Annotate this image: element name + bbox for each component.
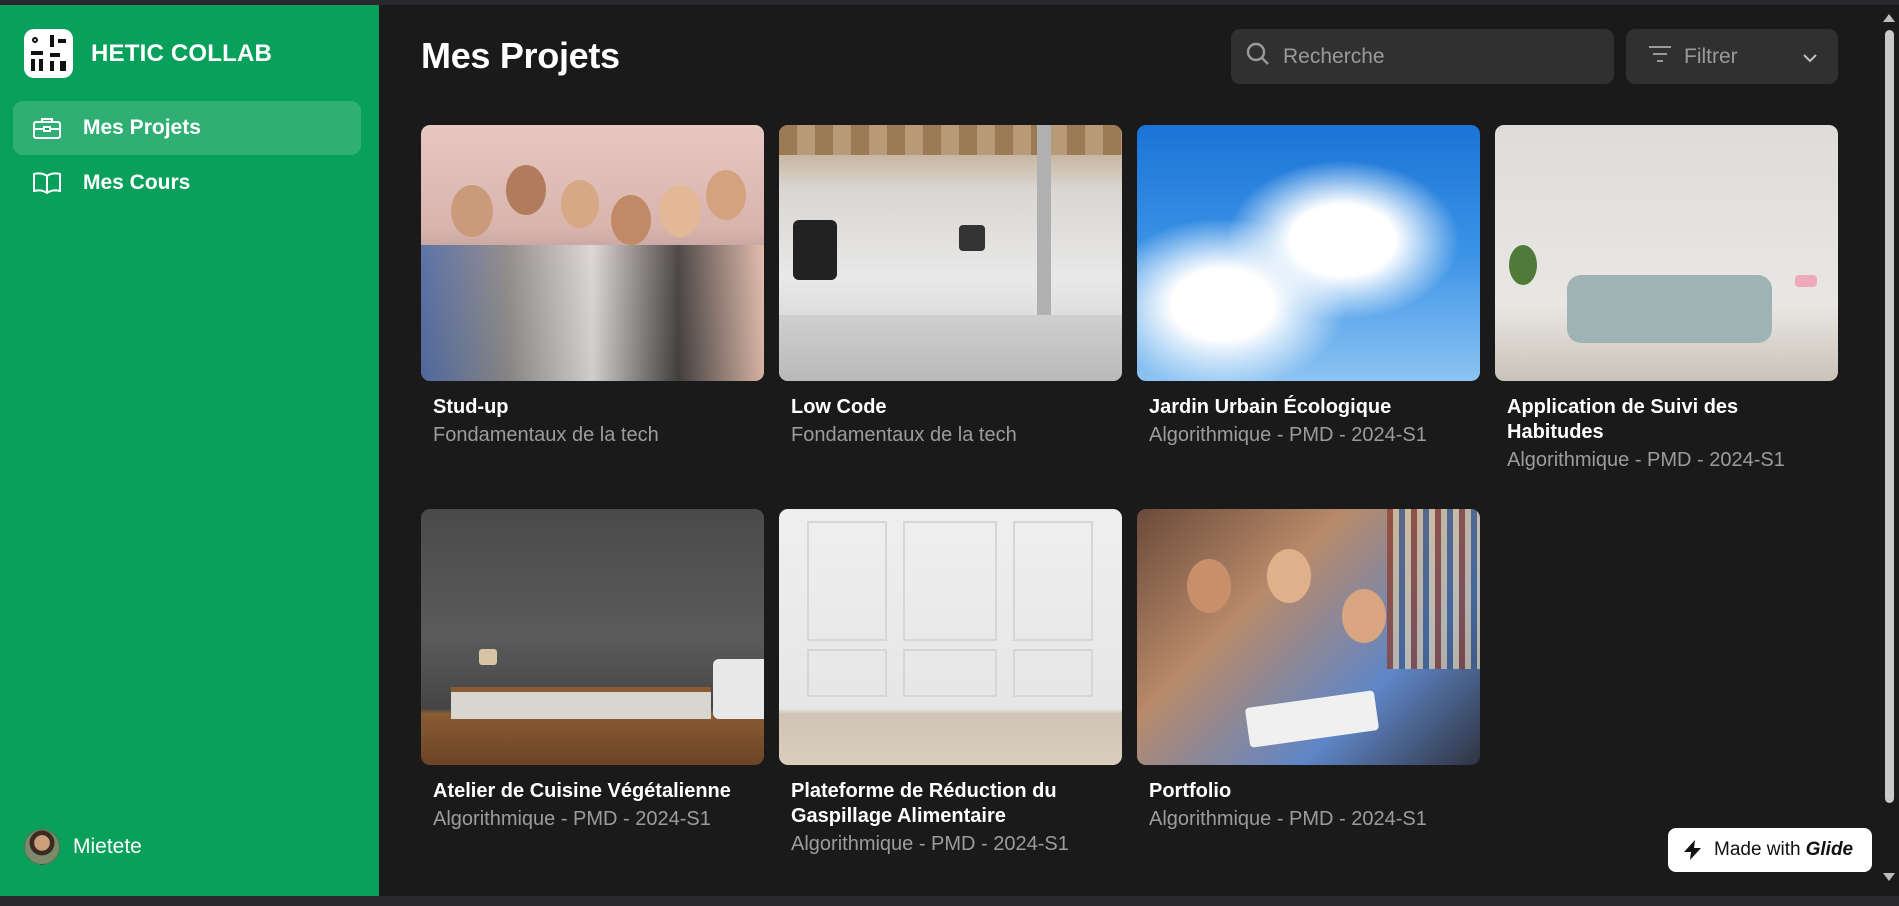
search-icon [1245, 41, 1271, 72]
user-profile[interactable]: Mietete [24, 829, 142, 865]
filter-label: Filtrer [1684, 44, 1738, 68]
project-title: Stud-up [433, 396, 509, 418]
brand-logo-icon [24, 29, 73, 78]
project-title: Portfolio [1149, 780, 1232, 802]
project-image [421, 509, 764, 765]
nav-item-label: Mes Projets [83, 116, 201, 139]
brand[interactable]: HETIC COLLAB [24, 29, 272, 78]
user-name: Mietete [73, 835, 142, 858]
main-content: Mes Projets Filtrer [379, 5, 1899, 896]
project-card[interactable]: Portfolio Algorithmique - PMD - 2024-S1 [1137, 509, 1480, 832]
project-image [779, 509, 1122, 765]
glide-logo-icon [1682, 839, 1704, 861]
filter-dropdown[interactable]: Filtrer [1626, 29, 1838, 84]
page-title: Mes Projets [421, 35, 620, 76]
search-input[interactable] [1283, 44, 1583, 69]
briefcase-icon [31, 114, 63, 142]
project-subtitle: Algorithmique - PMD - 2024-S1 [1149, 424, 1427, 446]
project-card[interactable]: Stud-up Fondamentaux de la tech [421, 125, 764, 448]
project-subtitle: Algorithmique - PMD - 2024-S1 [791, 833, 1069, 855]
app-window: HETIC COLLAB Mes Projets Mes Cours Miete… [0, 5, 1899, 896]
made-with-glide-badge[interactable]: Made with Glide [1668, 828, 1872, 872]
project-image [1137, 509, 1480, 765]
project-image [1495, 125, 1838, 381]
nav-item-mes-cours[interactable]: Mes Cours [13, 156, 361, 210]
project-title: Low Code [791, 396, 887, 418]
badge-prefix: Made with [1714, 839, 1801, 860]
project-image [1137, 125, 1480, 381]
project-image [779, 125, 1122, 381]
scrollbar[interactable] [1885, 30, 1894, 803]
scroll-down-arrow-icon[interactable] [1883, 873, 1895, 881]
avatar [24, 829, 60, 865]
project-image [421, 125, 764, 381]
project-subtitle: Algorithmique - PMD - 2024-S1 [1507, 449, 1785, 471]
chevron-down-icon [1802, 45, 1818, 69]
project-card[interactable]: Low Code Fondamentaux de la tech [779, 125, 1122, 448]
sidebar: HETIC COLLAB Mes Projets Mes Cours Miete… [0, 5, 379, 896]
project-subtitle: Algorithmique - PMD - 2024-S1 [1149, 808, 1427, 830]
search-box[interactable] [1231, 29, 1614, 84]
project-card[interactable]: Application de Suivi des Habitudes Algor… [1495, 125, 1838, 473]
project-title: Application de Suivi des Habitudes [1507, 396, 1739, 443]
project-title: Jardin Urbain Écologique [1149, 396, 1392, 418]
project-title: Plateforme de Réduction du Gaspillage Al… [791, 780, 1057, 827]
book-icon [31, 169, 63, 197]
project-subtitle: Algorithmique - PMD - 2024-S1 [433, 808, 711, 830]
project-subtitle: Fondamentaux de la tech [433, 424, 659, 446]
nav-item-label: Mes Cours [83, 171, 191, 194]
project-subtitle: Fondamentaux de la tech [791, 424, 1017, 446]
project-title: Atelier de Cuisine Végétalienne [433, 780, 731, 802]
project-card[interactable]: Plateforme de Réduction du Gaspillage Al… [779, 509, 1122, 857]
brand-name: HETIC COLLAB [91, 39, 273, 67]
project-card[interactable]: Jardin Urbain Écologique Algorithmique -… [1137, 125, 1480, 448]
project-card[interactable]: Atelier de Cuisine Végétalienne Algorith… [421, 509, 764, 832]
filter-icon [1648, 44, 1672, 70]
badge-brand: Glide [1805, 839, 1854, 860]
scroll-up-arrow-icon[interactable] [1883, 14, 1895, 22]
nav-item-mes-projets[interactable]: Mes Projets [13, 101, 361, 155]
